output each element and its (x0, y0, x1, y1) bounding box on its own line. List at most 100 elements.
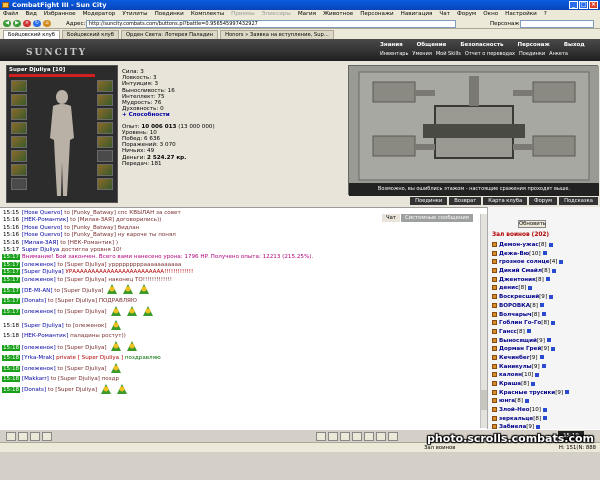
map-button[interactable]: Форум (529, 197, 558, 205)
stop-icon[interactable]: × (23, 20, 31, 27)
info-icon[interactable] (548, 242, 553, 247)
user-list-item[interactable]: калоян[10] (492, 371, 600, 380)
chat-nick[interactable]: [Yrka-Mrak] (22, 355, 54, 361)
user-name[interactable]: Джентоник (499, 277, 536, 283)
user-name[interactable]: Злой-Нео (499, 407, 529, 413)
user-name[interactable]: Каникулы (499, 364, 532, 370)
menu-item[interactable]: Утилиты (122, 10, 147, 19)
send-icon[interactable] (42, 432, 52, 441)
info-icon[interactable] (535, 372, 540, 377)
browser-tab[interactable]: Honors » Заявка на вступление, Sup... (220, 30, 334, 39)
info-icon[interactable] (531, 381, 536, 386)
chat-nick[interactable]: [Hose Quervo] (22, 232, 63, 238)
info-icon[interactable] (541, 312, 546, 316)
helmet-slot[interactable] (11, 80, 27, 92)
exit-icon[interactable] (388, 432, 398, 441)
menu-item[interactable]: Комплекты (191, 10, 224, 19)
chat-nick[interactable]: [Donats] (22, 298, 46, 304)
character-name[interactable]: Super Djuliya (9, 67, 51, 73)
user-list-item[interactable]: Гоблин Го-Го[8] (492, 319, 600, 328)
weapon-slot[interactable] (11, 108, 27, 120)
game-subnav-item[interactable]: Умения (412, 51, 431, 57)
filter-icon[interactable] (316, 432, 326, 441)
user-list-item[interactable]: Злой-Нео[10] (492, 406, 600, 415)
info-icon[interactable] (559, 259, 564, 264)
info-icon[interactable] (551, 268, 556, 273)
maximize-button[interactable]: □ (579, 1, 588, 9)
user-list-item[interactable]: Каникулы[9] (492, 363, 600, 372)
chat-nick[interactable]: [DE-MI-AN] (22, 288, 53, 294)
ring-slot[interactable] (11, 150, 27, 162)
chat-nick[interactable]: [олеженок] (22, 366, 56, 372)
club-floor-map[interactable]: Возможно, вы ошиблись этажом - настоящие… (348, 65, 599, 196)
info-icon[interactable] (546, 338, 551, 343)
info-icon[interactable] (543, 416, 548, 421)
character-select[interactable] (520, 20, 594, 28)
menu-item[interactable]: Форум (457, 10, 476, 19)
minimize-button[interactable]: _ (569, 1, 578, 9)
chat-tab[interactable]: Чат (382, 214, 400, 222)
user-list-item[interactable]: зеркальце[8] (492, 415, 600, 424)
user-name[interactable]: юнга (499, 398, 515, 404)
chat-nick[interactable]: Super Djuliya (22, 247, 59, 253)
map-button[interactable]: Подсказка (559, 197, 598, 205)
user-list-item[interactable]: юнга[8] (492, 397, 600, 406)
user-list-item[interactable]: грозное солнце[4] (492, 258, 600, 267)
close-button[interactable]: × (589, 1, 598, 9)
user-name[interactable]: Волчарыч (499, 312, 532, 318)
user-name[interactable]: Демон-ужас (499, 242, 539, 248)
info-icon[interactable] (565, 390, 570, 395)
empty-slot[interactable] (11, 178, 27, 190)
info-icon[interactable] (551, 320, 556, 325)
chat-nick[interactable]: [Super Djuliya] (22, 323, 64, 329)
user-list-item[interactable]: Джентоник[8] (492, 276, 600, 285)
necklace-slot[interactable] (11, 94, 27, 106)
ring-slot[interactable] (97, 164, 113, 176)
info-icon[interactable] (539, 303, 544, 308)
help-icon[interactable] (376, 432, 386, 441)
map-button[interactable]: Карта клуба (483, 197, 528, 205)
menu-item[interactable]: Навигация (401, 10, 433, 19)
user-list-item[interactable]: Волчарыч[8] (492, 311, 600, 320)
menu-item[interactable]: ? (544, 10, 547, 19)
game-subnav-item[interactable]: Отчет о переводах (465, 51, 515, 57)
user-list-item[interactable]: Дикий Смайл[8] (492, 267, 600, 276)
user-name[interactable]: Дежа-Вю (499, 251, 529, 257)
user-name[interactable]: Гоблин Го-Го (499, 320, 541, 326)
user-list-item[interactable]: Гансс[8] (492, 328, 600, 337)
game-subnav-item[interactable]: Инвентарь (380, 51, 408, 57)
user-name[interactable]: Краша (499, 381, 521, 387)
ring-slot[interactable] (97, 178, 113, 190)
forward-icon[interactable]: ▶ (13, 20, 21, 27)
user-list-item[interactable]: Демон-ужас[8] (492, 241, 600, 250)
chat-nick[interactable]: [Hose Quervo] (22, 210, 63, 216)
map-button[interactable]: Поединки (410, 197, 448, 205)
chat-nick[interactable]: [олеженок] (22, 277, 56, 283)
user-list-item[interactable]: Кечинбег[9] (492, 354, 600, 363)
menu-item[interactable]: Персонажи (360, 10, 393, 19)
info-icon[interactable] (549, 294, 554, 299)
mail-icon[interactable] (364, 432, 374, 441)
menu-item[interactable]: Чат (439, 10, 450, 19)
menu-item[interactable]: Поединки (155, 10, 184, 19)
user-name[interactable]: Кечинбег (499, 355, 530, 361)
address-input[interactable]: http://suncity.combats.com/buttons.pl?ba… (86, 20, 456, 28)
game-subnav-item[interactable]: Поединки (519, 51, 545, 57)
menu-item[interactable]: Эликсиры (262, 10, 291, 19)
refresh-button[interactable]: Обновить (518, 220, 546, 228)
user-list-item[interactable]: Дорман Грей[9] (492, 345, 600, 354)
user-name[interactable]: Красные трусики (499, 390, 555, 396)
gloves-slot[interactable] (11, 164, 27, 176)
info-icon[interactable] (528, 285, 533, 290)
user-name[interactable]: Воскресший (499, 294, 539, 300)
chat-nick[interactable]: [Donats] (22, 387, 46, 393)
game-nav-item[interactable]: Знания (380, 42, 403, 48)
browser-tab[interactable]: Бойцовский клуб (3, 30, 60, 39)
menu-item[interactable]: Файл (3, 10, 18, 19)
menu-item[interactable]: Магия (298, 10, 316, 19)
earrings-slot[interactable] (97, 80, 113, 92)
chat-nick[interactable]: [Милая-ЗАЯ] (22, 240, 59, 246)
game-subnav-item[interactable]: Анкета (549, 51, 568, 57)
chat-nick[interactable]: [Hose Quervo] (22, 225, 63, 231)
user-list-item[interactable]: Дежа-Вю[10] (492, 250, 600, 259)
